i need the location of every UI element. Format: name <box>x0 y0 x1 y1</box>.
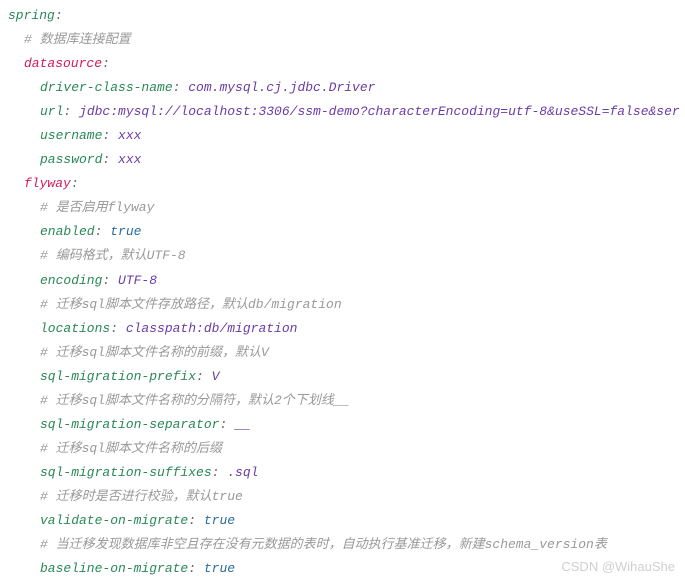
yaml-value: true <box>204 561 235 576</box>
colon: : <box>71 176 79 191</box>
code-line: sql-migration-suffixes: .sql <box>8 461 677 485</box>
comment-text: # 数据库连接配置 <box>24 32 131 47</box>
colon: : <box>212 465 228 480</box>
colon: : <box>173 80 189 95</box>
yaml-value: true <box>204 513 235 528</box>
yaml-key: driver-class-name <box>40 80 173 95</box>
yaml-key: flyway <box>24 176 71 191</box>
yaml-key: encoding <box>40 273 102 288</box>
colon: : <box>102 152 118 167</box>
colon: : <box>188 561 204 576</box>
comment-text: # 迁移sql脚本文件名称的前缀，默认V <box>40 345 269 360</box>
code-line: # 迁移时是否进行校验，默认true <box>8 485 677 509</box>
code-line: # 是否启用flyway <box>8 196 677 220</box>
code-line: datasource: <box>8 52 677 76</box>
yaml-value: UTF-8 <box>118 273 157 288</box>
code-line: password: xxx <box>8 148 677 172</box>
yaml-key: enabled <box>40 224 95 239</box>
comment-text: # 编码格式，默认UTF-8 <box>40 248 186 263</box>
colon: : <box>102 273 118 288</box>
comment-text: # 迁移时是否进行校验，默认true <box>40 489 243 504</box>
yaml-key: locations <box>40 321 110 336</box>
comment-text: # 迁移sql脚本文件存放路径，默认db/migration <box>40 297 342 312</box>
colon: : <box>196 369 212 384</box>
yaml-value: .sql <box>227 465 258 480</box>
code-line: validate-on-migrate: true <box>8 509 677 533</box>
code-line: # 迁移sql脚本文件名称的后缀 <box>8 437 677 461</box>
code-line: locations: classpath:db/migration <box>8 317 677 341</box>
code-line: url: jdbc:mysql://localhost:3306/ssm-dem… <box>8 100 677 124</box>
yaml-key: url <box>40 104 63 119</box>
yaml-key: spring <box>8 8 55 23</box>
colon: : <box>188 513 204 528</box>
yaml-value: __ <box>235 417 251 432</box>
yaml-key: validate-on-migrate <box>40 513 188 528</box>
yaml-value: jdbc:mysql://localhost:3306/ssm-demo?cha… <box>79 104 680 119</box>
code-line: # 迁移sql脚本文件存放路径，默认db/migration <box>8 293 677 317</box>
yaml-key: datasource <box>24 56 102 71</box>
colon: : <box>102 56 110 71</box>
code-line: # 当迁移发现数据库非空且存在没有元数据的表时，自动执行基准迁移，新建schem… <box>8 533 677 557</box>
yaml-key: password <box>40 152 102 167</box>
code-line: sql-migration-prefix: V <box>8 365 677 389</box>
yaml-key: sql-migration-prefix <box>40 369 196 384</box>
code-line: # 迁移sql脚本文件名称的分隔符，默认2个下划线__ <box>8 389 677 413</box>
yaml-key: username <box>40 128 102 143</box>
code-line: flyway: <box>8 172 677 196</box>
code-line: encoding: UTF-8 <box>8 269 677 293</box>
watermark-text: CSDN @WihauShe <box>561 555 675 579</box>
code-line: # 迁移sql脚本文件名称的前缀，默认V <box>8 341 677 365</box>
yaml-key: baseline-on-migrate <box>40 561 188 576</box>
colon: : <box>63 104 79 119</box>
code-line: username: xxx <box>8 124 677 148</box>
colon: : <box>219 417 235 432</box>
comment-text: # 当迁移发现数据库非空且存在没有元数据的表时，自动执行基准迁移，新建schem… <box>40 537 607 552</box>
comment-text: # 是否启用flyway <box>40 200 154 215</box>
code-line: # 数据库连接配置 <box>8 28 677 52</box>
yaml-key: sql-migration-separator <box>40 417 219 432</box>
yaml-key: sql-migration-suffixes <box>40 465 212 480</box>
comment-text: # 迁移sql脚本文件名称的后缀 <box>40 441 222 456</box>
code-line: # 编码格式，默认UTF-8 <box>8 244 677 268</box>
yaml-value: V <box>212 369 220 384</box>
colon: : <box>95 224 111 239</box>
colon: : <box>102 128 118 143</box>
code-line: spring: <box>8 4 677 28</box>
yaml-value: com.mysql.cj.jdbc.Driver <box>188 80 375 95</box>
yaml-code-block: spring:# 数据库连接配置datasource:driver-class-… <box>8 4 677 581</box>
yaml-value: true <box>110 224 141 239</box>
yaml-value: classpath:db/migration <box>126 321 298 336</box>
yaml-value: xxx <box>118 128 141 143</box>
code-line: driver-class-name: com.mysql.cj.jdbc.Dri… <box>8 76 677 100</box>
colon: : <box>55 8 63 23</box>
yaml-value: xxx <box>118 152 141 167</box>
code-line: sql-migration-separator: __ <box>8 413 677 437</box>
code-line: enabled: true <box>8 220 677 244</box>
colon: : <box>110 321 126 336</box>
comment-text: # 迁移sql脚本文件名称的分隔符，默认2个下划线__ <box>40 393 349 408</box>
